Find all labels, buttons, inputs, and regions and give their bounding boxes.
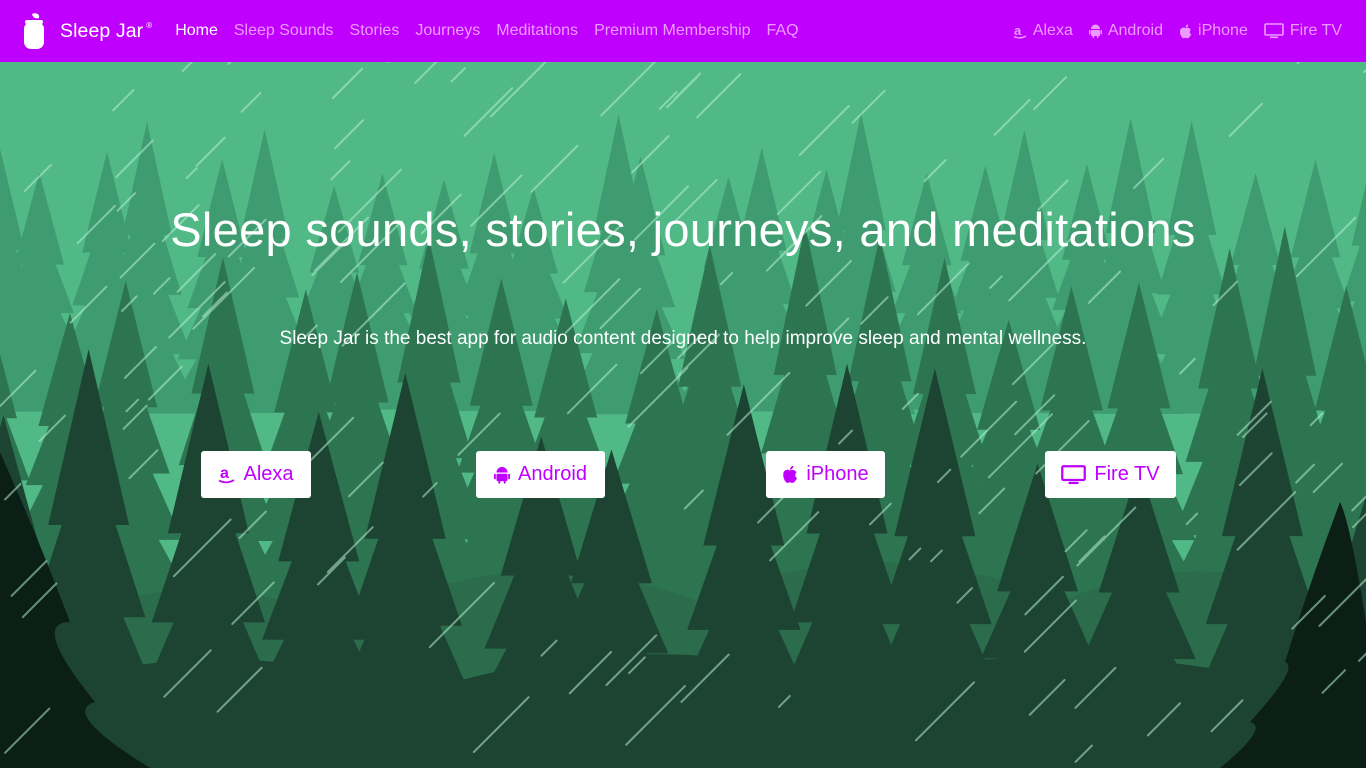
primary-nav: Home Sleep Sounds Stories Journeys Medit… [175,22,814,40]
brand-name: Sleep Jar [60,19,144,42]
nav-platform-android-label: Android [1107,22,1164,39]
apple-icon [1179,23,1192,39]
firetv-download-label: Fire TV [1094,463,1160,485]
firetv-download-button[interactable]: Fire TV [1045,451,1176,498]
nav-link-stories[interactable]: Stories [350,22,400,40]
nav-platform-alexa[interactable]: a Alexa [1013,22,1073,40]
alexa-download-button[interactable]: a Alexa [201,451,311,498]
jar-logo-icon [24,13,44,49]
nav-link-meditations[interactable]: Meditations [496,22,578,40]
iphone-download-label: iPhone [806,463,869,485]
svg-text:a: a [1014,24,1022,38]
rainy-forest-illustration [0,62,1366,768]
brand-home-link[interactable]: Sleep Jar ® [22,12,152,50]
nav-link-faq[interactable]: FAQ [767,22,799,40]
nav-link-home[interactable]: Home [175,22,218,40]
nav-platform-firetv-label: Fire TV [1289,22,1342,39]
nav-link-sleep-sounds[interactable]: Sleep Sounds [234,22,334,40]
nav-link-premium-membership[interactable]: Premium Membership [594,22,750,40]
alexa-download-label: Alexa [243,463,294,485]
hero-section: Sleep sounds, stories, journeys, and med… [0,62,1366,768]
platform-nav: a Alexa Android iPhone Fire TV [997,0,1342,62]
nav-platform-alexa-label: Alexa [1032,22,1073,39]
apple-icon [782,465,798,484]
hero-title: Sleep sounds, stories, journeys, and med… [170,203,1196,256]
amazon-icon: a [218,465,235,484]
iphone-download-button[interactable]: iPhone [766,451,885,498]
nav-platform-iphone-label: iPhone [1198,22,1248,39]
amazon-icon: a [1013,24,1027,39]
registered-mark: ® [146,20,153,30]
android-download-button[interactable]: Android [476,451,605,498]
svg-text:a: a [220,465,229,482]
nav-platform-firetv[interactable]: Fire TV [1264,22,1342,40]
tv-icon [1264,23,1284,39]
android-icon [494,466,511,484]
top-navbar: Sleep Jar ® Home Sleep Sounds Stories Jou… [0,0,1366,62]
nav-link-journeys[interactable]: Journeys [415,22,480,40]
nav-platform-android[interactable]: Android [1088,22,1164,40]
android-icon [1088,24,1102,38]
nav-platform-iphone[interactable]: iPhone [1179,22,1248,40]
android-download-label: Android [518,463,587,485]
tv-icon [1061,464,1087,485]
hero-subtitle: Sleep Jar is the best app for audio cont… [279,328,1087,349]
